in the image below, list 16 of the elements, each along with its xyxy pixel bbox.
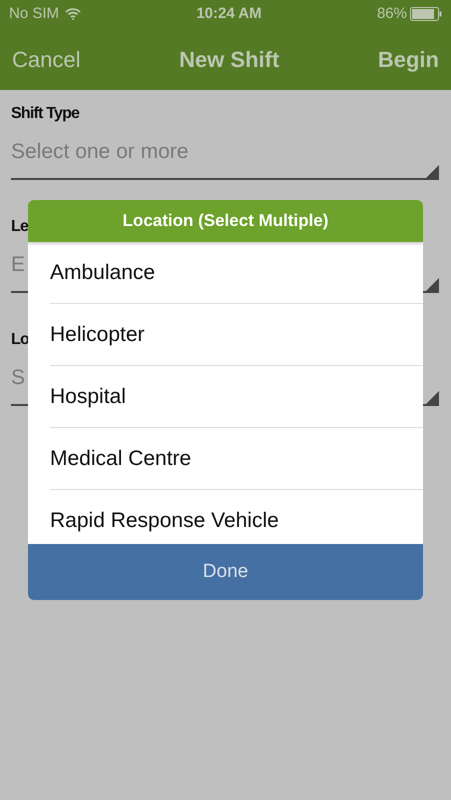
wifi-icon: [65, 8, 82, 20]
carrier-text: No SIM: [9, 4, 60, 24]
corner-triangle-icon: [426, 165, 439, 178]
location-option[interactable]: Hospital: [50, 366, 423, 428]
location-option[interactable]: Helicopter: [50, 304, 423, 366]
location-option[interactable]: Ambulance: [50, 242, 423, 304]
screen-title: New Shift: [179, 46, 280, 74]
field-label: Shift Type: [11, 104, 80, 124]
done-button[interactable]: Done: [28, 544, 423, 600]
location-option[interactable]: Medical Centre: [50, 428, 423, 490]
location-option[interactable]: Rapid Response Vehicle: [50, 490, 423, 544]
dialog-title: Location (Select Multiple): [28, 200, 423, 242]
battery-icon: [410, 7, 442, 21]
field-label: Le: [11, 217, 28, 237]
clock-text: 10:24 AM: [196, 4, 262, 24]
battery-text: 86%: [376, 4, 407, 24]
